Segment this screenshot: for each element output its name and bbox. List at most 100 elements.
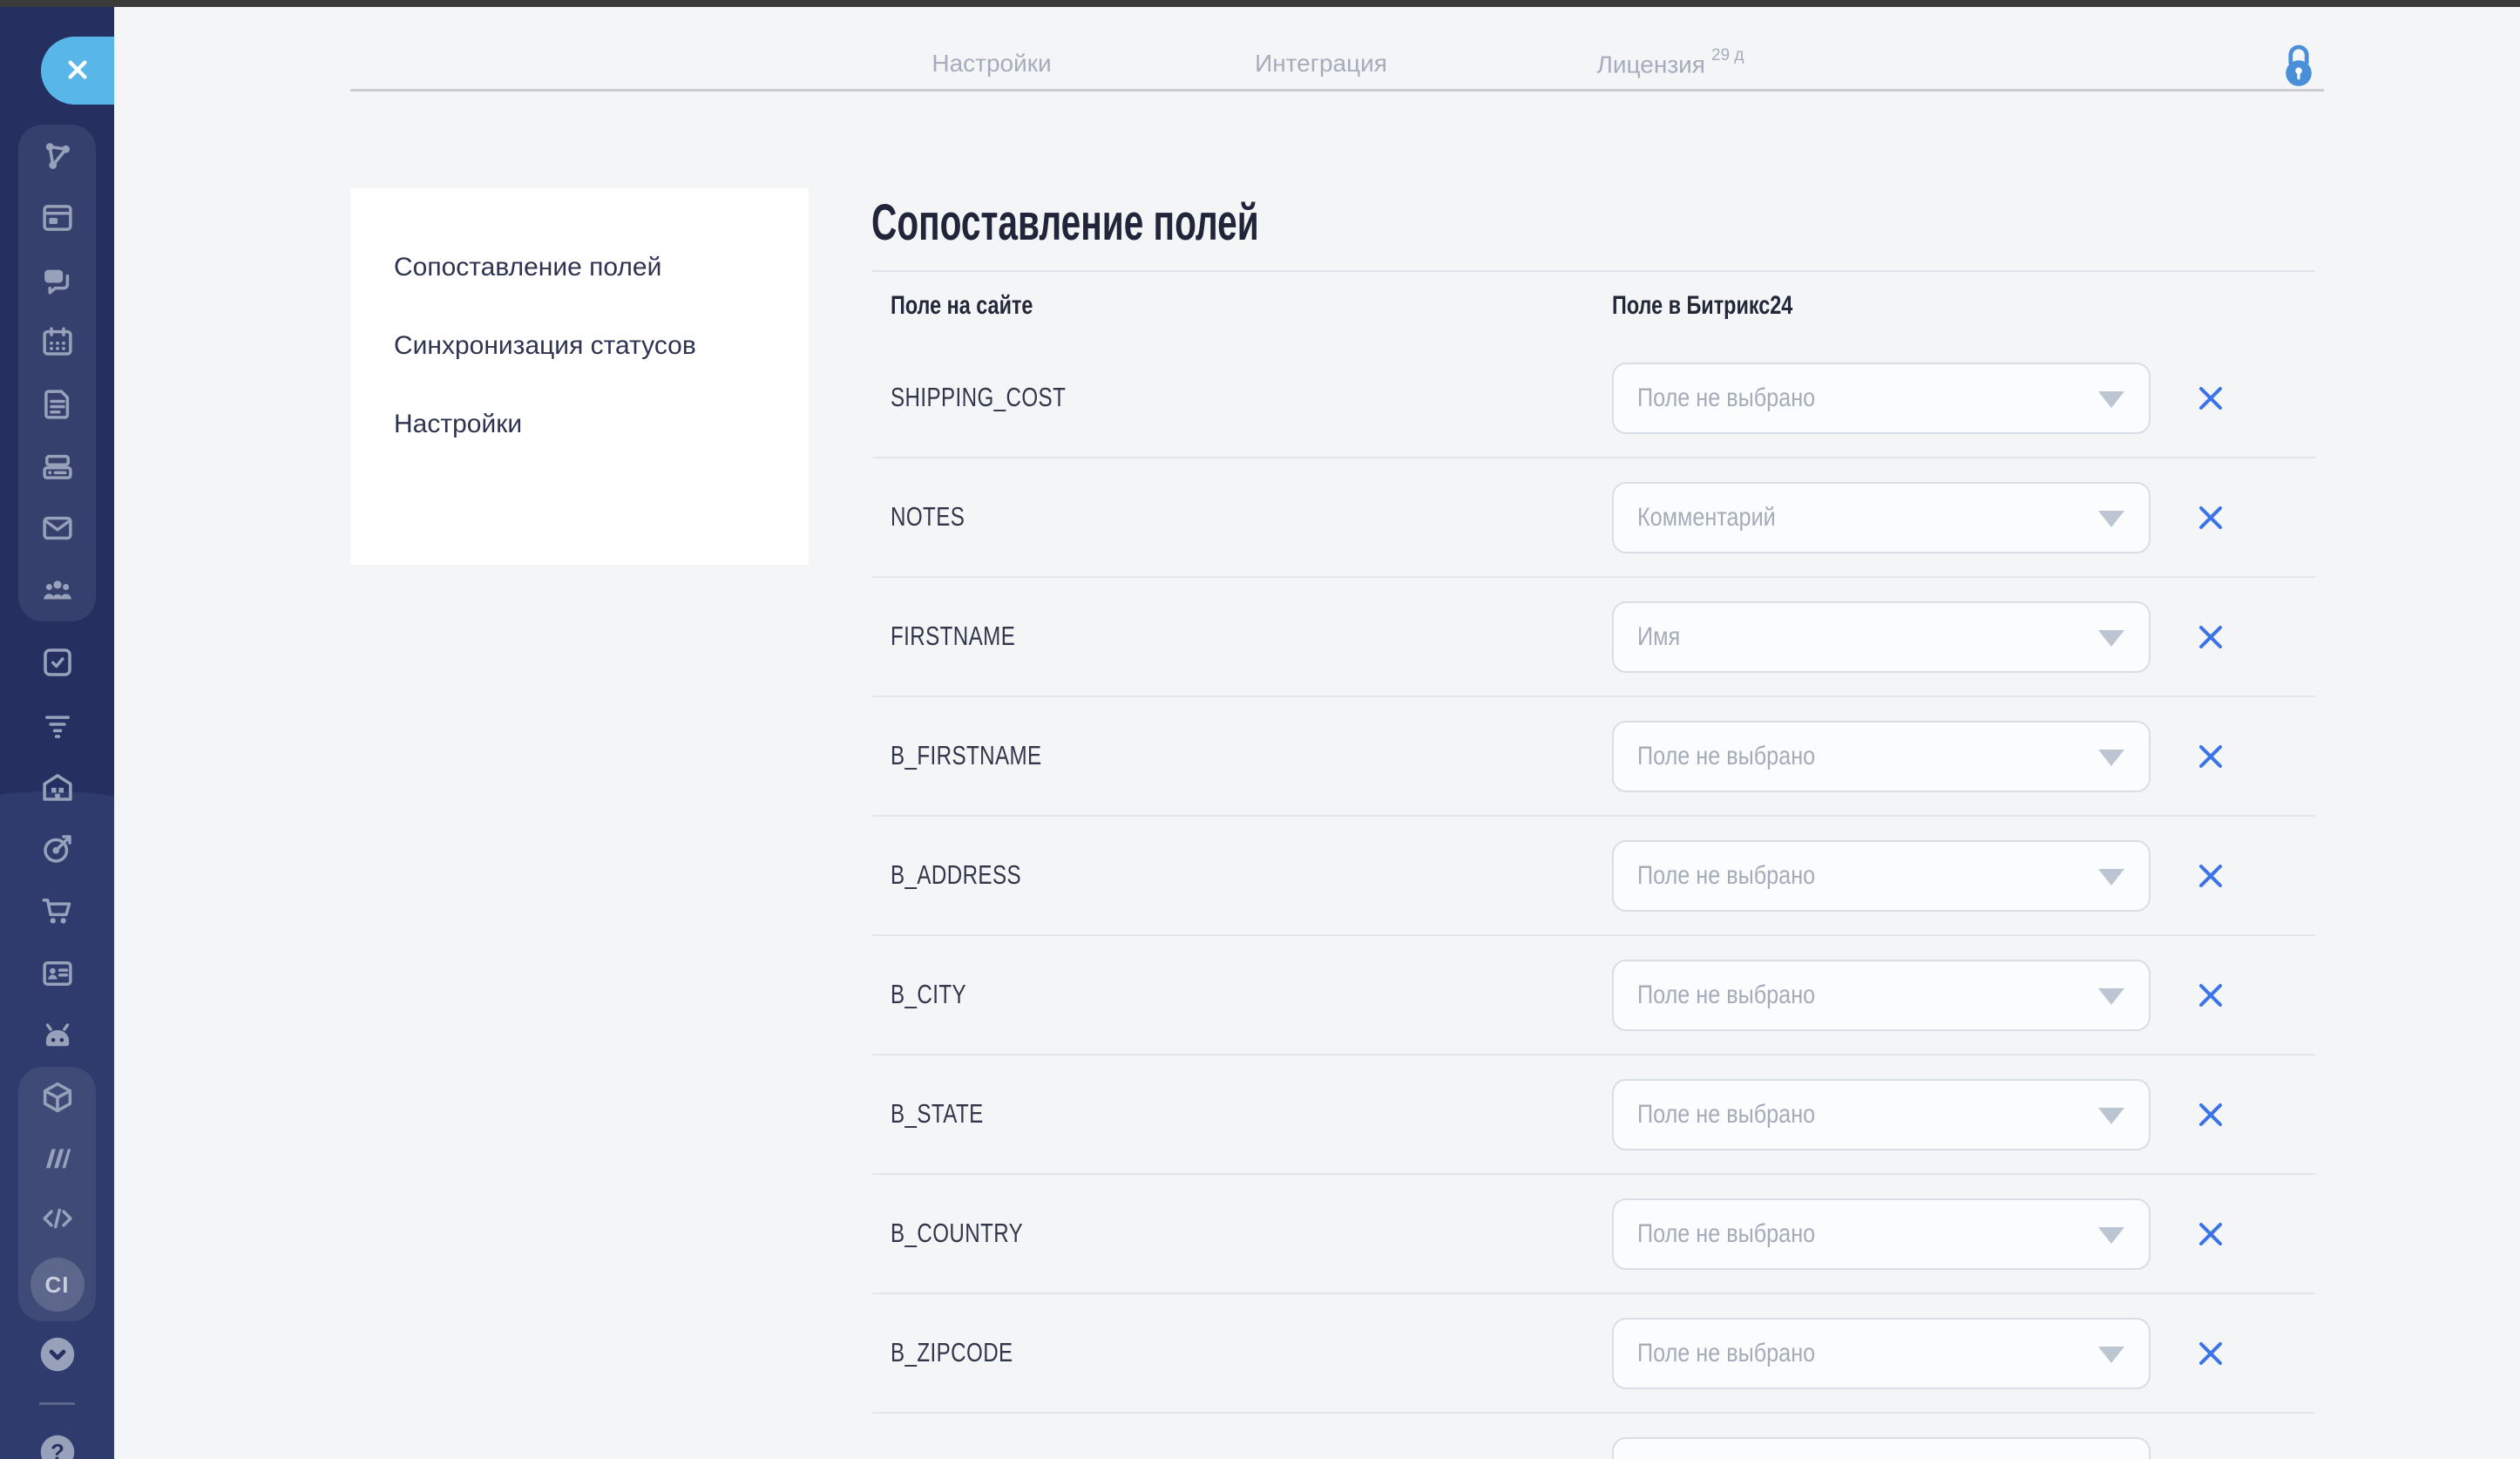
b24-field-value: Поле не выбрано — [1637, 364, 1815, 432]
target-icon[interactable] — [37, 828, 78, 870]
table-row: B_ZIPCODE Поле не выбрано — [872, 1294, 2315, 1414]
remove-mapping-button[interactable] — [2193, 382, 2228, 417]
mail-icon[interactable] — [37, 507, 78, 549]
license-days-badge: 29 д — [1711, 46, 1744, 64]
side-menu-item-2[interactable]: Синхронизация статусов — [394, 324, 716, 368]
document-icon[interactable] — [37, 383, 78, 425]
site-field-label: B_ZIPCODE — [891, 1337, 1013, 1368]
close-icon — [60, 52, 95, 90]
filter-icon[interactable] — [37, 703, 78, 745]
b24-field-value: Поле не выбрано — [1637, 842, 1815, 910]
tab-license[interactable]: Лицензия29 д — [1597, 50, 1744, 78]
remove-mapping-button[interactable] — [2193, 859, 2228, 894]
table-header-top-divider — [872, 270, 2315, 272]
side-menu-card: Сопоставление полей Синхронизация статусо… — [350, 188, 809, 565]
dropdown-caret-icon — [2098, 391, 2124, 408]
tab-label: Интеграция — [1255, 50, 1387, 77]
page-title: Сопоставление полей — [871, 193, 1259, 252]
dropdown-caret-icon — [2098, 630, 2124, 647]
sidebar-close-button[interactable] — [41, 37, 114, 105]
b24-field-select[interactable]: Имя — [1612, 601, 2151, 673]
drive-icon[interactable] — [37, 445, 78, 487]
site-field-label: B_PHONE — [891, 1456, 993, 1459]
site-field-label: B_STATE — [891, 1098, 984, 1130]
column-header-b24-field: Поле в Битрикс24 — [1612, 291, 1844, 321]
b24-field-value: Поле не выбрано — [1637, 1320, 1815, 1388]
table-row: FIRSTNAME Имя — [872, 578, 2315, 697]
table-row: B_CITY Поле не выбрано — [872, 936, 2315, 1055]
b24-field-select[interactable]: Поле не выбрано — [1612, 1079, 2151, 1150]
tasks-icon[interactable] — [37, 641, 78, 683]
b24-field-value: Имя — [1637, 603, 1680, 671]
table-row: B_FIRSTNAME Поле не выбрано — [872, 697, 2315, 817]
tab-label: Настройки — [931, 50, 1051, 77]
b24-field-value: Поле не выбрано — [1637, 961, 1815, 1029]
nav-divider — [350, 89, 2324, 92]
top-system-bar — [0, 0, 2520, 7]
dropdown-caret-icon — [2098, 1347, 2124, 1363]
lock-icon[interactable] — [2276, 40, 2321, 91]
table-row: B_PHONE Поле не выбрано — [872, 1414, 2315, 1459]
tab-integration[interactable]: Интеграция — [1255, 50, 1387, 78]
sidebar: CI ? — [0, 7, 114, 1459]
kanban-icon[interactable] — [37, 197, 78, 239]
remove-mapping-button[interactable] — [2193, 1218, 2228, 1252]
cart-icon[interactable] — [37, 890, 78, 932]
b24-field-select[interactable]: Поле не выбрано — [1612, 1198, 2151, 1270]
side-menu-item-1[interactable]: Сопоставление полей — [394, 246, 716, 289]
people-icon[interactable] — [37, 569, 78, 611]
b24-field-select[interactable]: Поле не выбрано — [1612, 363, 2151, 434]
chat-icon[interactable] — [37, 259, 78, 301]
b24-field-value: Поле не выбрано — [1637, 1200, 1815, 1268]
remove-mapping-button[interactable] — [2193, 621, 2228, 655]
code-icon[interactable] — [37, 1198, 78, 1239]
contact-card-icon[interactable] — [37, 953, 78, 994]
help-icon[interactable]: ? — [38, 1433, 77, 1459]
sidebar-icon-group-top — [18, 125, 96, 621]
b24-field-select[interactable]: Поле не выбрано — [1612, 721, 2151, 792]
dropdown-caret-icon — [2098, 988, 2124, 1005]
m-logo-icon[interactable] — [37, 1137, 78, 1178]
sidebar-divider — [39, 1402, 75, 1405]
remove-mapping-button[interactable] — [2193, 740, 2228, 775]
b24-field-select[interactable]: Поле не выбрано — [1612, 1437, 2151, 1459]
remove-mapping-button[interactable] — [2193, 979, 2228, 1014]
column-header-site-field: Поле на сайте — [891, 291, 1074, 321]
table-row: SHIPPING_COST Поле не выбрано — [872, 339, 2315, 458]
b24-field-select[interactable]: Поле не выбрано — [1612, 960, 2151, 1031]
b24-field-value: Поле не выбрано — [1637, 723, 1815, 791]
network-icon[interactable] — [37, 135, 78, 177]
table-row: B_STATE Поле не выбрано — [872, 1055, 2315, 1175]
table-row: B_ADDRESS Поле не выбрано — [872, 817, 2315, 936]
b24-field-value: Комментарий — [1637, 484, 1776, 552]
b24-field-select[interactable]: Поле не выбрано — [1612, 1318, 2151, 1389]
app-window: CI ? Настройки Интеграция Лицензия29 д Соп… — [0, 0, 2520, 1459]
b24-field-select[interactable]: Поле не выбрано — [1612, 840, 2151, 912]
site-field-label: FIRSTNAME — [891, 621, 1015, 652]
table-row: B_COUNTRY Поле не выбрано — [872, 1175, 2315, 1294]
svg-text:?: ? — [51, 1441, 64, 1459]
site-field-label: SHIPPING_COST — [891, 382, 1066, 413]
cube-icon[interactable] — [37, 1076, 78, 1118]
chevron-down-icon[interactable] — [38, 1335, 77, 1374]
side-menu-item-3[interactable]: Настройки — [394, 403, 716, 446]
site-field-label: B_CITY — [891, 979, 966, 1010]
b24-field-value: Поле не выбрано — [1637, 1439, 1815, 1459]
b24-field-select[interactable]: Комментарий — [1612, 482, 2151, 553]
calendar-icon[interactable] — [37, 321, 78, 363]
sidebar-icon-column-middle — [18, 631, 96, 1067]
robot-icon[interactable] — [37, 1015, 78, 1056]
site-field-label: B_FIRSTNAME — [891, 740, 1042, 771]
avatar[interactable]: CI — [30, 1258, 85, 1312]
remove-mapping-button[interactable] — [2193, 1098, 2228, 1133]
mapping-table: SHIPPING_COST Поле не выбрано NOTES Комм… — [872, 339, 2315, 1459]
tab-settings[interactable]: Настройки — [931, 50, 1051, 78]
dropdown-caret-icon — [2098, 869, 2124, 886]
dropdown-caret-icon — [2098, 750, 2124, 766]
b24-field-value: Поле не выбрано — [1637, 1081, 1815, 1149]
remove-mapping-button[interactable] — [2193, 1337, 2228, 1372]
dropdown-caret-icon — [2098, 1227, 2124, 1244]
warehouse-icon[interactable] — [37, 766, 78, 808]
remove-mapping-button[interactable] — [2193, 501, 2228, 536]
site-field-label: B_COUNTRY — [891, 1218, 1023, 1249]
